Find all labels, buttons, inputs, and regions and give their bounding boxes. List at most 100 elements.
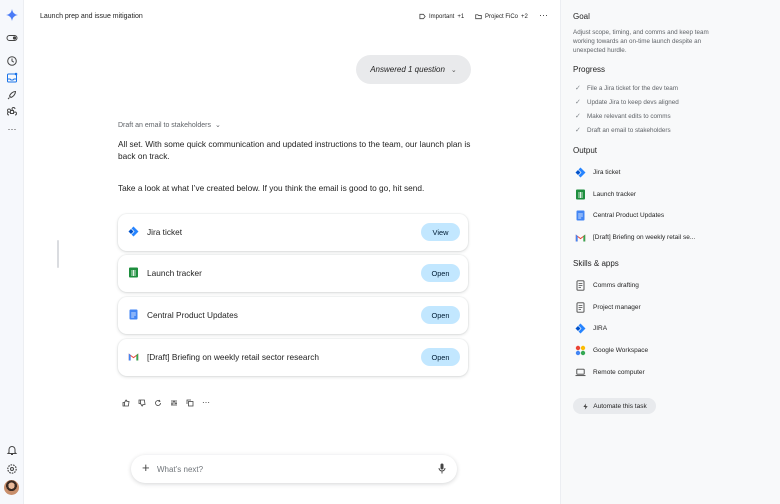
output-item-label: [Draft] Briefing on weekly retail se...: [593, 234, 696, 241]
top-bar: Launch prep and issue mitigation Importa…: [24, 0, 560, 36]
gemini-spark-icon[interactable]: [5, 8, 19, 22]
sheets-icon: [129, 267, 138, 278]
workspace-icon: [575, 345, 586, 356]
check-icon: ✓: [575, 113, 581, 120]
jira-icon: [128, 226, 139, 237]
automate-label: Automate this task: [593, 402, 647, 410]
response-paragraph: All set. With some quick communication a…: [118, 139, 471, 161]
skill-item-google-workspace[interactable]: Google Workspace: [575, 345, 648, 356]
progress-heading: Progress: [573, 65, 606, 74]
chip-count: +1: [457, 13, 465, 20]
skills-heading: Skills & apps: [573, 259, 619, 268]
laptop-icon: [575, 368, 586, 377]
inbox-icon[interactable]: [5, 71, 19, 85]
output-item-label: Central Product Updates: [593, 212, 665, 219]
task-side-panel: Goal Adjust scope, timing, and comms and…: [560, 0, 780, 504]
copy-icon[interactable]: [186, 398, 194, 407]
card-label: Jira ticket: [147, 227, 183, 237]
card-jira-ticket[interactable]: Jira ticket View: [118, 214, 468, 251]
progress-item: ✓ File a Jira ticket for the dev team: [575, 84, 678, 93]
chip-label: Important: [429, 13, 455, 20]
output-item-jira-ticket[interactable]: Jira ticket: [575, 167, 620, 178]
more-icon[interactable]: ⋯: [202, 398, 210, 407]
goal-heading: Goal: [573, 12, 590, 21]
output-item-launch-tracker[interactable]: Launch tracker: [575, 189, 636, 200]
output-heading: Output: [573, 146, 598, 155]
chevron-down-icon: ⌄: [215, 122, 221, 129]
important-chip[interactable]: Important +1: [419, 13, 464, 20]
bell-icon[interactable]: [5, 443, 19, 457]
docs-icon: [576, 210, 585, 221]
docs-icon: [129, 309, 138, 320]
resize-handle[interactable]: [57, 240, 59, 268]
history-icon[interactable]: [5, 54, 19, 68]
left-rail: ⋯: [0, 0, 24, 504]
prompt-composer[interactable]: +: [131, 455, 457, 483]
skill-item-label: Google Workspace: [593, 347, 649, 354]
bolt-icon: [583, 402, 588, 410]
card-label: Launch tracker: [147, 268, 202, 278]
progress-item-label: File a Jira ticket for the dev team: [587, 84, 678, 92]
open-button[interactable]: Open: [421, 264, 460, 282]
check-icon: ✓: [575, 85, 581, 92]
jira-icon: [575, 323, 586, 334]
open-button[interactable]: Open: [421, 348, 460, 366]
label-icon: [419, 13, 426, 20]
view-button[interactable]: View: [421, 223, 460, 241]
card-label: Central Product Updates: [147, 310, 238, 320]
output-item-draft-briefing[interactable]: [Draft] Briefing on weekly retail se...: [575, 232, 695, 243]
command-icon[interactable]: [5, 105, 19, 119]
response-paragraph: Take a look at what I’ve created below. …: [118, 183, 425, 193]
skill-item-project-manager[interactable]: Project manager: [575, 302, 641, 313]
plus-icon[interactable]: +: [142, 461, 150, 475]
check-icon: ✓: [575, 99, 581, 106]
main-panel: Launch prep and issue mitigation Importa…: [24, 0, 560, 504]
skill-item-label: Project manager: [593, 304, 641, 311]
card-draft-briefing[interactable]: [Draft] Briefing on weekly retail sector…: [118, 339, 468, 376]
skill-item-remote-computer[interactable]: Remote computer: [575, 367, 645, 378]
output-item-label: Jira ticket: [593, 169, 621, 176]
refresh-icon[interactable]: [154, 398, 162, 407]
more-icon[interactable]: ⋯: [5, 122, 19, 136]
progress-item-label: Draft an email to stakeholders: [587, 126, 671, 134]
skill-doc-icon: [576, 302, 585, 313]
toggle-icon[interactable]: [5, 31, 19, 45]
draft-step-label: Draft an email to stakeholders: [118, 121, 211, 129]
output-item-central-product-updates[interactable]: Central Product Updates: [575, 210, 664, 221]
thumbs-up-icon[interactable]: [122, 398, 130, 407]
skill-item-jira[interactable]: JIRA: [575, 323, 607, 334]
page-title: Launch prep and issue mitigation: [40, 13, 143, 20]
progress-item: ✓ Draft an email to stakeholders: [575, 126, 671, 135]
open-button[interactable]: Open: [421, 306, 460, 324]
gmail-icon: [128, 353, 139, 361]
card-launch-tracker[interactable]: Launch tracker Open: [118, 255, 468, 292]
jira-icon: [575, 167, 586, 178]
settings-icon[interactable]: [5, 462, 19, 476]
draft-step-header[interactable]: Draft an email to stakeholders ⌄: [118, 121, 221, 130]
tune-icon[interactable]: [170, 398, 178, 407]
automate-task-button[interactable]: Automate this task: [573, 398, 656, 414]
thumbs-down-icon[interactable]: [138, 398, 146, 407]
progress-item: ✓ Make relevant edits to comms: [575, 112, 671, 121]
answered-label: Answered 1 question: [370, 65, 445, 74]
card-central-product-updates[interactable]: Central Product Updates Open: [118, 297, 468, 334]
avatar[interactable]: [4, 480, 19, 495]
folder-icon: [475, 14, 482, 20]
chip-count: +2: [521, 13, 528, 20]
rocket-icon[interactable]: [5, 88, 19, 102]
project-chip[interactable]: Project FiCo +2: [475, 13, 528, 20]
progress-item-label: Update Jira to keep devs aligned: [587, 98, 679, 106]
chevron-down-icon: ⌄: [450, 66, 457, 74]
skill-item-comms-drafting[interactable]: Comms drafting: [575, 280, 639, 291]
response-actions: ⋯: [122, 398, 210, 407]
mic-icon[interactable]: [438, 463, 446, 474]
card-label: [Draft] Briefing on weekly retail sector…: [147, 352, 319, 362]
sheets-icon: [576, 189, 585, 200]
goal-text: Adjust scope, timing, and comms and keep…: [573, 29, 709, 54]
skill-doc-icon: [576, 280, 585, 291]
gmail-icon: [575, 234, 586, 242]
more-options-icon[interactable]: ⋯: [539, 10, 548, 21]
answered-question-button[interactable]: Answered 1 question ⌄: [356, 55, 471, 84]
skill-item-label: Comms drafting: [593, 282, 639, 289]
prompt-input[interactable]: [157, 462, 417, 476]
